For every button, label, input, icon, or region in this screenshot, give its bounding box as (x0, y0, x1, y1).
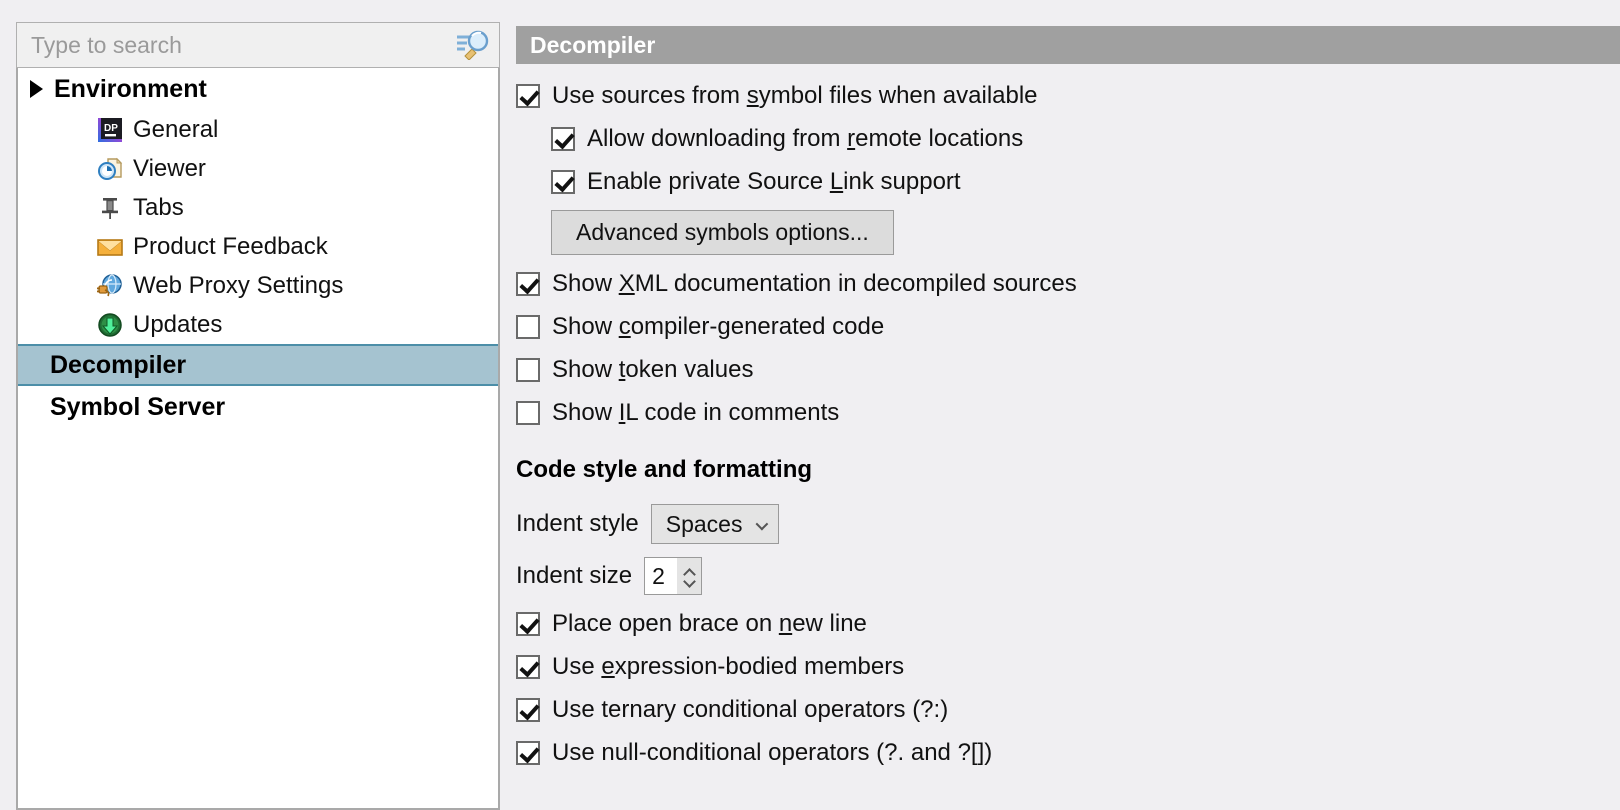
checkbox-label: Use ternary conditional operators (?:) (552, 696, 948, 724)
checkbox-show-token-values[interactable]: Show token values (516, 348, 1620, 391)
panel-header: Decompiler (516, 26, 1620, 64)
sidebar-item-decompiler[interactable]: Decompiler (18, 344, 498, 386)
sidebar-item-label: Web Proxy Settings (133, 272, 343, 300)
section-title-code-style: Code style and formatting (516, 456, 1620, 484)
checkbox-box[interactable] (516, 401, 540, 425)
sidebar-item-product-feedback[interactable]: Product Feedback (18, 227, 498, 266)
sidebar-item-label: Viewer (133, 155, 206, 183)
checkbox-allow-downloading-remote[interactable]: Allow downloading from remote locations (516, 117, 1620, 160)
checkbox-label: Use null-conditional operators (?. and ?… (552, 739, 992, 767)
sidebar-item-general[interactable]: DP General (18, 110, 498, 149)
viewer-document-clock-icon (96, 155, 124, 183)
options-sidebar: Environment D (16, 22, 500, 810)
triangle-collapse-icon[interactable] (30, 80, 43, 98)
sidebar-item-symbol-server[interactable]: Symbol Server (18, 386, 498, 428)
search-magnifier-icon[interactable] (455, 30, 489, 60)
decompiler-options-panel: Decompiler Use sources from symbol files… (516, 26, 1620, 810)
tree-root-label: Environment (54, 75, 207, 104)
pushpin-icon (96, 194, 124, 222)
indent-size-label: Indent size (516, 562, 632, 590)
checkbox-box[interactable] (516, 84, 540, 108)
options-dialog: Environment D (0, 0, 1620, 810)
checkbox-show-xml-documentation[interactable]: Show XML documentation in decompiled sou… (516, 262, 1620, 305)
sidebar-item-tabs[interactable]: Tabs (18, 188, 498, 227)
green-download-arrow-icon (96, 311, 124, 339)
checkbox-use-expression-bodied-members[interactable]: Use expression-bodied members (516, 645, 1620, 688)
checkbox-box[interactable] (516, 272, 540, 296)
checkbox-box[interactable] (516, 612, 540, 636)
checkbox-label: Use expression-bodied members (552, 653, 904, 681)
sidebar-item-label: General (133, 116, 218, 144)
sidebar-item-label: Symbol Server (50, 393, 225, 422)
advanced-button-row: Advanced symbols options... (516, 203, 1620, 262)
checkbox-use-ternary-conditional-operators[interactable]: Use ternary conditional operators (?:) (516, 688, 1620, 731)
panel-title: Decompiler (530, 32, 655, 59)
spinner-buttons[interactable] (677, 558, 701, 594)
checkbox-label: Show compiler-generated code (552, 313, 884, 341)
sidebar-item-web-proxy-settings[interactable]: Web Proxy Settings (18, 266, 498, 305)
indent-style-dropdown[interactable]: Spaces (651, 504, 779, 544)
field-indent-size: Indent size 2 (516, 550, 1620, 602)
checkbox-box[interactable] (516, 358, 540, 382)
checkbox-box[interactable] (551, 170, 575, 194)
checkbox-label: Show IL code in comments (552, 399, 839, 427)
sidebar-item-viewer[interactable]: Viewer (18, 149, 498, 188)
sidebar-item-label: Updates (133, 311, 222, 339)
checkbox-label: Show XML documentation in decompiled sou… (552, 270, 1077, 298)
checkbox-show-il-code-in-comments[interactable]: Show IL code in comments (516, 391, 1620, 434)
dotpeek-dp-icon: DP (96, 116, 124, 144)
indent-style-value: Spaces (652, 511, 743, 538)
panel-body: Use sources from symbol files when avail… (516, 64, 1620, 774)
sidebar-item-label: Product Feedback (133, 233, 328, 261)
field-indent-style: Indent style Spaces (516, 498, 1620, 550)
checkbox-box[interactable] (516, 741, 540, 765)
chevron-down-icon (755, 518, 768, 531)
svg-text:DP: DP (104, 123, 118, 134)
checkbox-label: Place open brace on new line (552, 610, 867, 638)
tree-root-environment[interactable]: Environment (18, 68, 498, 110)
checkbox-box[interactable] (516, 698, 540, 722)
indent-size-value[interactable]: 2 (645, 558, 677, 594)
checkbox-enable-private-source-link[interactable]: Enable private Source Link support (516, 160, 1620, 203)
sidebar-item-label: Decompiler (50, 351, 186, 380)
globe-plug-icon (96, 272, 124, 300)
checkbox-place-open-brace-on-new-line[interactable]: Place open brace on new line (516, 602, 1620, 645)
search-box[interactable] (16, 22, 500, 68)
indent-size-stepper[interactable]: 2 (644, 557, 702, 595)
checkbox-box[interactable] (551, 127, 575, 151)
spinner-down-icon[interactable] (684, 576, 695, 583)
settings-tree: Environment D (16, 68, 500, 810)
checkbox-label: Enable private Source Link support (587, 168, 961, 196)
sidebar-item-label: Tabs (133, 194, 184, 222)
checkbox-label: Allow downloading from remote locations (587, 125, 1023, 153)
envelope-mail-icon (96, 233, 124, 261)
sidebar-item-updates[interactable]: Updates (18, 305, 498, 344)
indent-style-label: Indent style (516, 510, 639, 538)
checkbox-label: Show token values (552, 356, 753, 384)
checkbox-box[interactable] (516, 315, 540, 339)
search-input[interactable] (17, 25, 427, 65)
checkbox-label: Use sources from symbol files when avail… (552, 82, 1038, 110)
advanced-symbols-options-button[interactable]: Advanced symbols options... (551, 210, 894, 255)
checkbox-use-null-conditional-operators[interactable]: Use null-conditional operators (?. and ?… (516, 731, 1620, 774)
checkbox-use-sources-from-symbol-files[interactable]: Use sources from symbol files when avail… (516, 74, 1620, 117)
checkbox-show-compiler-generated-code[interactable]: Show compiler-generated code (516, 305, 1620, 348)
checkbox-box[interactable] (516, 655, 540, 679)
